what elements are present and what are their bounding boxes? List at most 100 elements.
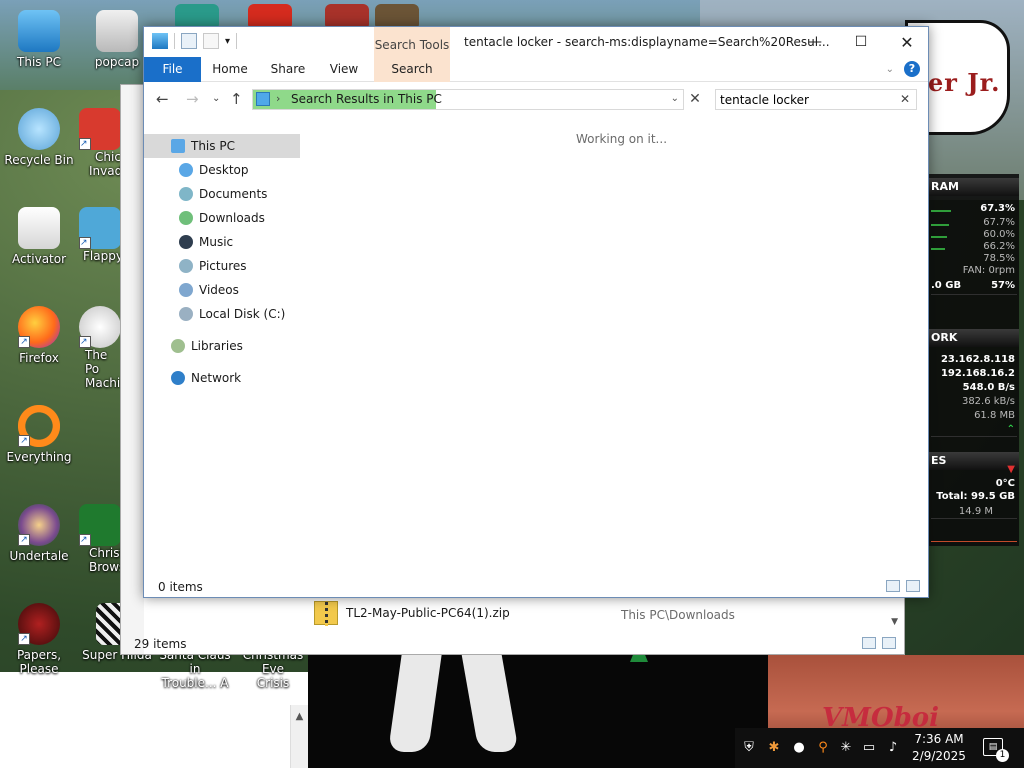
maximize-button[interactable]: ☐ [838,27,884,57]
download-speed: 548.0 B/s [962,382,1015,393]
title-bar[interactable]: ▾ tentacle locker - search-ms:displaynam… [144,27,928,57]
nav-item-label: Pictures [199,259,247,273]
nav-item-this-pc[interactable]: This PC [144,134,300,158]
nav-item-videos[interactable]: Videos [144,278,300,302]
nav-item-label: This PC [191,139,235,153]
nav-item-documents[interactable]: Documents [144,182,300,206]
sparkle-icon[interactable]: ✳ [838,740,854,756]
nav-item-music[interactable]: Music [144,230,300,254]
tab-share[interactable]: Share [264,57,312,82]
desktop-icon-activator[interactable]: Activator [1,207,77,266]
scroll-down-icon[interactable]: ▼ [891,617,898,627]
desktop-icon-this-pc[interactable]: This PC [1,10,77,69]
up-arrow-icon[interactable]: ↑ [230,90,243,108]
nav-item-pictures[interactable]: Pictures [144,254,300,278]
back-arrow-icon[interactable]: ← [156,90,169,108]
stop-search-icon[interactable]: ✕ [686,91,704,109]
folder-app-icon[interactable] [152,33,168,49]
memory-percent: 57% [991,280,1015,291]
nav-item-local-disk[interactable]: Local Disk (C:) [144,302,300,326]
desktop-icon-label: The Po [85,348,108,376]
expand-ribbon-icon[interactable]: ⌄ [886,64,894,75]
tab-file[interactable]: File [144,57,201,82]
desktop-icon-label: Firefox [19,351,59,365]
magnifier-icon[interactable]: ⚲ [815,740,831,756]
address-dropdown-icon[interactable]: ⌄ [671,93,679,104]
recent-locations-icon[interactable]: ⌄ [212,93,220,104]
large-icons-view-icon[interactable] [906,580,920,592]
file-name: TL2-May-Public-PC64(1).zip [346,606,510,620]
desktop-icon-flappy[interactable]: ↗ Flappy [79,207,123,263]
nav-item-label: Network [191,371,242,385]
network-icon[interactable]: ▭ [861,740,877,756]
explorer-window[interactable]: ▾ tentacle locker - search-ms:displaynam… [143,26,929,598]
nav-item-label: Libraries [191,339,243,353]
scroll-up-icon[interactable]: ▲ [291,711,308,722]
desktop-icon-undertale[interactable]: ↗ Undertale [1,504,77,563]
drives-header: ES [929,452,1019,470]
close-button[interactable]: ✕ [884,27,930,57]
network-header: ORK [929,329,1019,347]
desktop-icon-label: Crisis [256,676,290,690]
recycle-bin-icon [18,108,60,150]
forward-arrow-icon[interactable]: → [186,90,199,108]
desktop-icon-label: Christ [89,546,125,560]
properties-icon[interactable] [181,33,197,49]
desktop-icon-firefox[interactable]: ↗ Firefox [1,306,77,365]
clock-date[interactable]: 2/9/2025 [907,749,971,763]
gift-icon[interactable]: ✱ [766,740,782,756]
nav-item-desktop[interactable]: Desktop [144,158,300,182]
search-box[interactable]: ✕ [715,89,917,110]
alert-arrow-icon: ▼ [1007,464,1015,475]
volume-icon[interactable]: ♪ [885,740,901,756]
desktop-icon-label: popcap [94,55,140,69]
address-text[interactable]: Search Results in This PC [291,92,442,106]
memory-total: .0 GB [931,280,962,291]
file-path: This PC\Downloads [621,608,735,622]
address-box[interactable]: › Search Results in This PC ⌄ [252,89,684,110]
memory-graph [931,294,1017,322]
desktop-icon-the-powder-machine[interactable]: ↗ The Po Machi [79,306,121,390]
nav-item-downloads[interactable]: Downloads [144,206,300,230]
desktop-icon-chicken-invaders[interactable]: ↗ Chic Invad [79,108,122,178]
background-scrollbar[interactable]: ▲ [290,705,308,768]
clear-search-icon[interactable]: ✕ [900,92,910,106]
desktop-icon-papers-please[interactable]: ↗ Papers, Please [1,603,77,676]
breadcrumb-separator-icon[interactable]: › [276,92,280,105]
desktop-icon-label: Undertale [9,549,69,563]
nav-item-label: Desktop [199,163,249,177]
minimize-button[interactable]: — [792,27,838,57]
nav-item-label: Videos [199,283,239,297]
details-view-icon[interactable] [886,580,900,592]
fan-speed: FAN: 0rpm [962,265,1015,276]
customize-toolbar-icon[interactable]: ▾ [225,36,230,47]
help-icon[interactable]: ? [904,61,920,77]
status-bar: 0 items [144,577,928,599]
details-view-icon[interactable] [862,637,876,649]
desktop-icon-label: Papers, Please [16,648,62,676]
clock-time[interactable]: 7:36 AM [913,732,965,746]
nav-item-label: Downloads [199,211,265,225]
search-input[interactable] [720,91,890,108]
new-folder-icon[interactable] [203,33,219,49]
droplet-icon[interactable]: ● [791,740,807,756]
desktop-icon-label: Brows [89,560,126,574]
flappy-bird-icon: ↗ [79,207,121,249]
file-row[interactable]: TL2-May-Public-PC64(1).zip [314,601,510,626]
tab-search[interactable]: Search [374,57,450,82]
network-icon [171,371,185,385]
desktop-icon-label: Activator [11,252,67,266]
tab-view[interactable]: View [320,57,368,82]
disk-icon [179,307,193,321]
large-icons-view-icon[interactable] [882,637,896,649]
nav-item-network[interactable]: Network [144,366,300,390]
background-status-text: 29 items [134,637,187,651]
view-toggles [886,580,920,592]
background-window-edge [121,85,144,654]
desktop-icon-recycle-bin[interactable]: Recycle Bin [1,108,77,167]
nav-item-libraries[interactable]: Libraries [144,334,300,358]
desktop-icon-christmas-browser[interactable]: ↗ Christ Brows [79,504,126,574]
security-icon[interactable]: ⛨ [741,740,757,756]
tab-home[interactable]: Home [206,57,254,82]
desktop-icon-everything[interactable]: ↗ Everything [1,405,77,464]
